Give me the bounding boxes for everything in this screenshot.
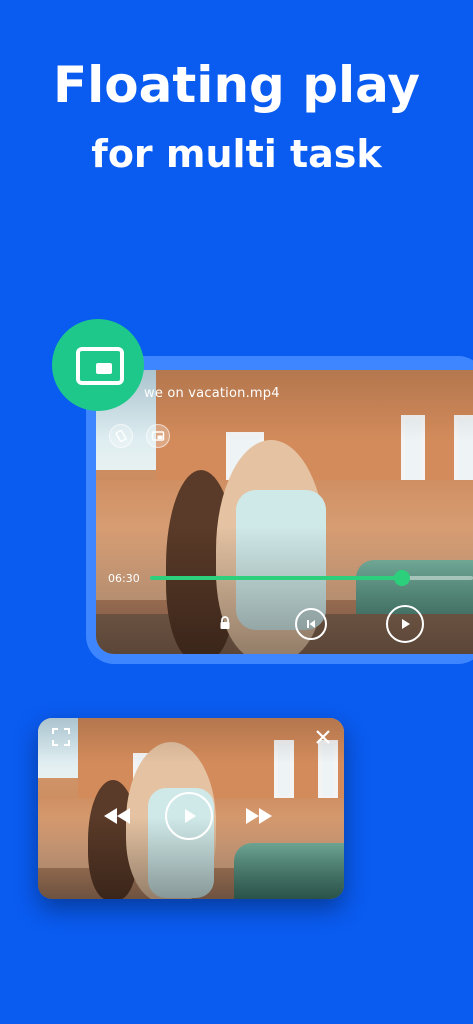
headline-title: Floating play	[53, 56, 420, 114]
lock-glyph	[220, 616, 230, 629]
seek-bar[interactable]	[150, 570, 473, 586]
headline-subtitle: for multi task	[91, 132, 382, 176]
skip-previous-glyph	[307, 620, 315, 628]
floating-mini-player[interactable]	[38, 718, 344, 899]
current-time: 06:30	[108, 572, 140, 585]
seek-bar-thumb[interactable]	[393, 570, 410, 586]
pip-small-glyph	[151, 431, 165, 441]
picture-in-picture-icon	[52, 319, 144, 411]
screen-rotation-icon[interactable]	[109, 424, 133, 448]
play-icon[interactable]	[386, 605, 424, 643]
rewind-glyph	[104, 808, 130, 824]
mini-play-glyph	[185, 809, 196, 823]
screen-rotation-icon-glyph	[115, 429, 127, 443]
play-icon[interactable]	[165, 792, 213, 840]
fullscreen-icon[interactable]	[50, 726, 72, 748]
rewind-icon[interactable]	[100, 802, 134, 830]
seek-bar-fill	[150, 576, 402, 580]
close-icon[interactable]	[312, 726, 334, 748]
close-glyph	[316, 730, 330, 744]
video-file-name: we on vacation.mp4	[144, 386, 280, 401]
fullscreen-glyph	[52, 728, 70, 746]
lock-icon[interactable]	[215, 613, 235, 633]
pip-badge-window	[96, 363, 112, 374]
picture-in-picture-small-icon[interactable]	[146, 424, 170, 448]
play-glyph	[402, 619, 410, 629]
skip-previous-icon[interactable]	[295, 608, 327, 640]
fast-forward-icon[interactable]	[242, 802, 276, 830]
fast-forward-glyph	[246, 808, 272, 824]
